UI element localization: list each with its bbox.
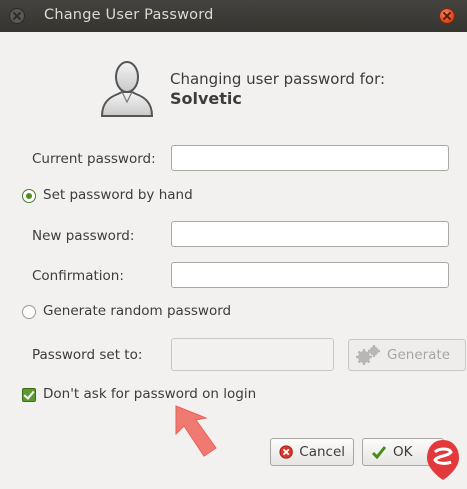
cancel-icon bbox=[279, 445, 293, 459]
window-title: Change User Password bbox=[44, 7, 214, 23]
password-set-to-label: Password set to: bbox=[32, 347, 143, 363]
close-icon[interactable] bbox=[9, 8, 25, 24]
confirmation-label: Confirmation: bbox=[32, 268, 124, 284]
cancel-button-label: Cancel bbox=[299, 444, 345, 460]
generate-button-label: Generate bbox=[387, 347, 451, 363]
current-password-label: Current password: bbox=[32, 151, 156, 167]
new-password-input[interactable] bbox=[171, 221, 449, 247]
password-set-to-field[interactable] bbox=[171, 338, 334, 371]
change-password-dialog: Change User Password Changing user passw… bbox=[0, 0, 467, 489]
new-password-label: New password: bbox=[32, 228, 135, 244]
generate-random-label[interactable]: Generate random password bbox=[43, 303, 231, 319]
generate-button[interactable]: Generate bbox=[348, 339, 466, 371]
watermark-logo-icon bbox=[427, 440, 459, 480]
current-password-input[interactable] bbox=[171, 145, 449, 171]
header-caption: Changing user password for: bbox=[170, 70, 386, 88]
ok-check-icon bbox=[371, 446, 387, 460]
set-by-hand-label[interactable]: Set password by hand bbox=[43, 187, 193, 203]
username-heading: Solvetic bbox=[170, 89, 242, 108]
set-by-hand-radio[interactable] bbox=[22, 189, 36, 203]
cancel-button[interactable]: Cancel bbox=[270, 438, 354, 466]
generate-random-radio[interactable] bbox=[22, 305, 36, 319]
confirmation-input[interactable] bbox=[171, 262, 449, 288]
gear-icon bbox=[356, 345, 380, 365]
dont-ask-label[interactable]: Don't ask for password on login bbox=[43, 386, 256, 402]
ok-button-label: OK bbox=[393, 444, 413, 460]
user-avatar-icon bbox=[100, 61, 154, 117]
dont-ask-checkbox[interactable] bbox=[22, 388, 36, 402]
title-bar: Change User Password bbox=[0, 0, 467, 32]
close-button-icon[interactable] bbox=[439, 8, 455, 24]
arrow-annotation-icon bbox=[175, 405, 217, 457]
